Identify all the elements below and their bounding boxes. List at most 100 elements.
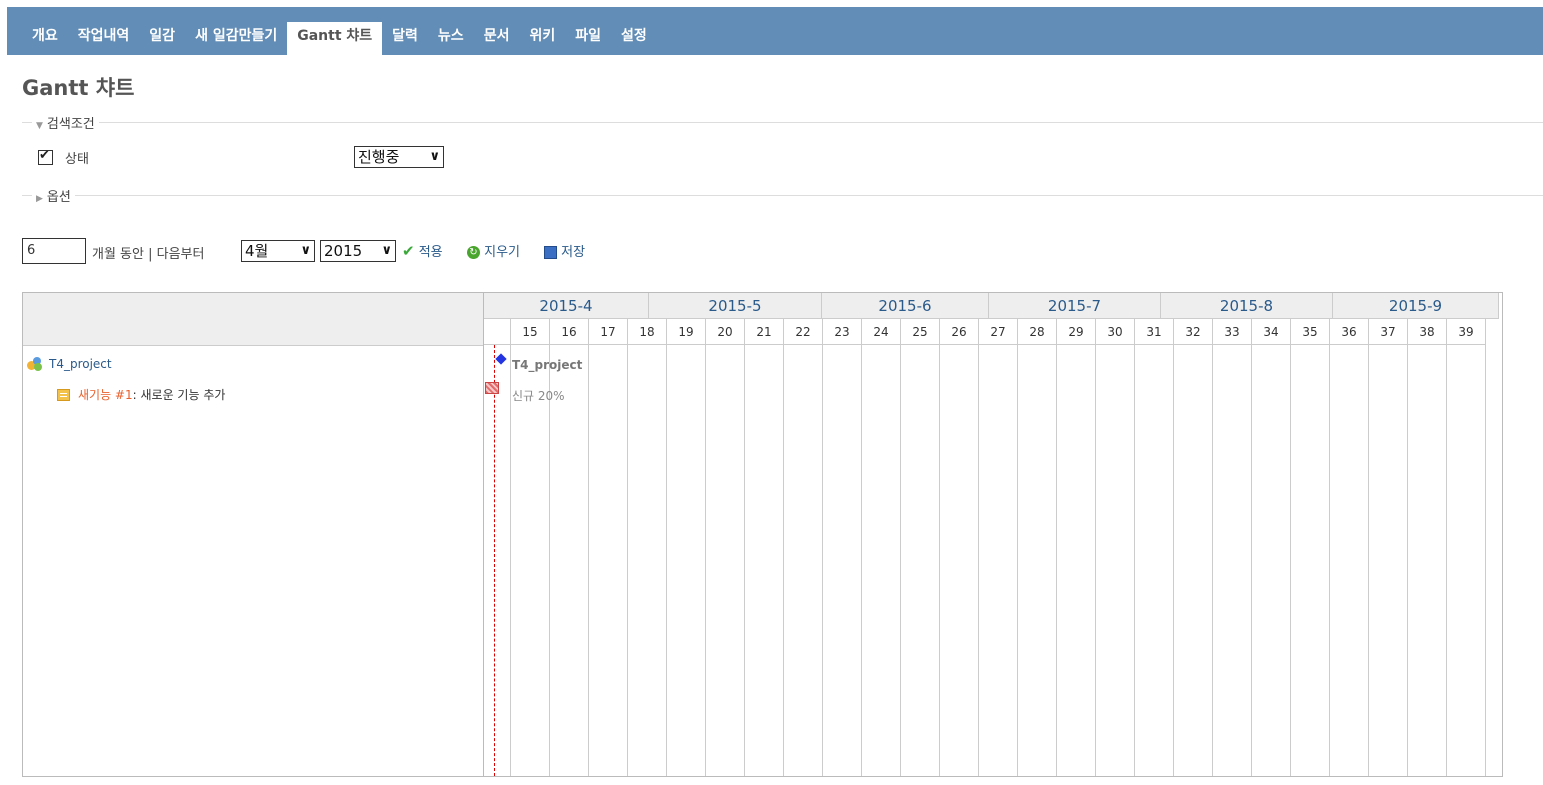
week-header: 24 (862, 319, 901, 345)
chevron-down-icon: ∨ (381, 243, 392, 258)
week-header: 31 (1135, 319, 1174, 345)
week-gridline (978, 345, 979, 776)
options-legend[interactable]: ▶ 옵션 (32, 186, 75, 205)
week-header: 33 (1213, 319, 1252, 345)
main-tabs: 개요 작업내역 일감 새 일감만들기 Gantt 챠트 달력 뉴스 문서 위키 파일 설정 (22, 22, 657, 55)
status-select[interactable]: 진행중 ∨ (354, 146, 444, 168)
expand-triangle-icon: ▶ (36, 194, 43, 204)
gantt-subjects-header (23, 293, 483, 346)
week-gridline (666, 345, 667, 776)
tab-3[interactable]: 새 일감만들기 (185, 22, 287, 55)
tab-5[interactable]: 달력 (382, 22, 428, 55)
issue-bar[interactable] (485, 382, 499, 394)
months-input[interactable]: 6 (22, 238, 86, 264)
week-gridline (1017, 345, 1018, 776)
week-header: 20 (706, 319, 745, 345)
month-header: 2015-8 (1161, 293, 1333, 319)
week-header: 34 (1252, 319, 1291, 345)
tab-1[interactable]: 작업내역 (68, 22, 140, 55)
week-gridline (939, 345, 940, 776)
checkmark-icon: ✔ (402, 242, 415, 260)
month-header: 2015-7 (989, 293, 1161, 319)
week-header: 17 (589, 319, 628, 345)
issue-subject: 새로운 기능 추가 (140, 388, 226, 402)
week-header: 36 (1330, 319, 1369, 345)
tab-0[interactable]: 개요 (22, 22, 68, 55)
issue-row[interactable]: 새기능 #1: 새로운 기능 추가 (57, 386, 225, 403)
status-label: 상태 (65, 152, 89, 167)
week-header: 18 (628, 319, 667, 345)
options-fieldset (22, 195, 1543, 196)
week-gridline (1368, 345, 1369, 776)
filters-fieldset (22, 122, 1543, 123)
week-header: 22 (784, 319, 823, 345)
week-header: 37 (1369, 319, 1408, 345)
issue-link[interactable]: 새기능 #1 (78, 386, 133, 403)
save-disk-icon (544, 246, 557, 259)
tab-10[interactable]: 설정 (611, 22, 657, 55)
issue-icon (57, 388, 70, 401)
week-gridline (1407, 345, 1408, 776)
today-line (494, 345, 495, 776)
year-select[interactable]: 2015 ∨ (320, 240, 396, 262)
week-header: 23 (823, 319, 862, 345)
project-bar-label: T4_project (512, 358, 583, 372)
week-gridline (783, 345, 784, 776)
months-text: 개월 동안 | 다음부터 (92, 247, 205, 262)
week-gridline (588, 345, 589, 776)
chevron-down-icon: ∨ (300, 243, 311, 258)
status-filter-row: 상태 (38, 148, 89, 167)
filters-legend[interactable]: ▼ 검색조건 (32, 113, 99, 132)
week-gridline (1134, 345, 1135, 776)
week-gridline (510, 345, 511, 776)
project-milestone-diamond (495, 353, 507, 365)
week-gridline (1251, 345, 1252, 776)
apply-button[interactable]: ✔ 적용 (402, 241, 443, 260)
tab-4[interactable]: Gantt 챠트 (287, 22, 383, 55)
status-checkbox[interactable] (38, 148, 53, 165)
gantt-divider (483, 293, 484, 776)
month-header: 2015-9 (1333, 293, 1499, 319)
clear-button[interactable]: ↻ 지우기 (467, 241, 520, 260)
week-gridline (1329, 345, 1330, 776)
week-gridline (1290, 345, 1291, 776)
week-header: 26 (940, 319, 979, 345)
tab-6[interactable]: 뉴스 (428, 22, 474, 55)
week-gridline (1173, 345, 1174, 776)
week-header: 32 (1174, 319, 1213, 345)
week-gridline (900, 345, 901, 776)
tab-2[interactable]: 일감 (139, 22, 185, 55)
week-header: 29 (1057, 319, 1096, 345)
chevron-down-icon: ∨ (429, 149, 440, 164)
week-header: 27 (979, 319, 1018, 345)
month-select[interactable]: 4월 ∨ (241, 240, 315, 262)
week-header: 25 (901, 319, 940, 345)
tab-8[interactable]: 위키 (519, 22, 565, 55)
week-gridline (705, 345, 706, 776)
month-header: 2015-5 (649, 293, 822, 319)
week-header: 39 (1447, 319, 1486, 345)
project-row[interactable]: T4_project (27, 357, 112, 371)
project-link[interactable]: T4_project (49, 357, 112, 371)
month-header: 2015-4 (484, 293, 649, 319)
week-header: 15 (511, 319, 550, 345)
page-title: Gantt 챠트 (22, 76, 135, 100)
week-header: 38 (1408, 319, 1447, 345)
reload-icon: ↻ (467, 246, 480, 259)
gantt-chart: T4_project 새기능 #1: 새로운 기능 추가 2015-4 2015-… (22, 292, 1503, 777)
week-gridline (627, 345, 628, 776)
week-header: 21 (745, 319, 784, 345)
week-header: 35 (1291, 319, 1330, 345)
collapse-triangle-icon: ▼ (36, 121, 43, 131)
week-gridline (1056, 345, 1057, 776)
tab-9[interactable]: 파일 (565, 22, 611, 55)
tab-7[interactable]: 문서 (474, 22, 520, 55)
week-gridline (1446, 345, 1447, 776)
week-gridline (861, 345, 862, 776)
project-icon (27, 357, 43, 371)
month-header: 2015-6 (822, 293, 989, 319)
week-header: 19 (667, 319, 706, 345)
week-gridline (1095, 345, 1096, 776)
save-button[interactable]: 저장 (544, 241, 585, 260)
week-gridline (1212, 345, 1213, 776)
